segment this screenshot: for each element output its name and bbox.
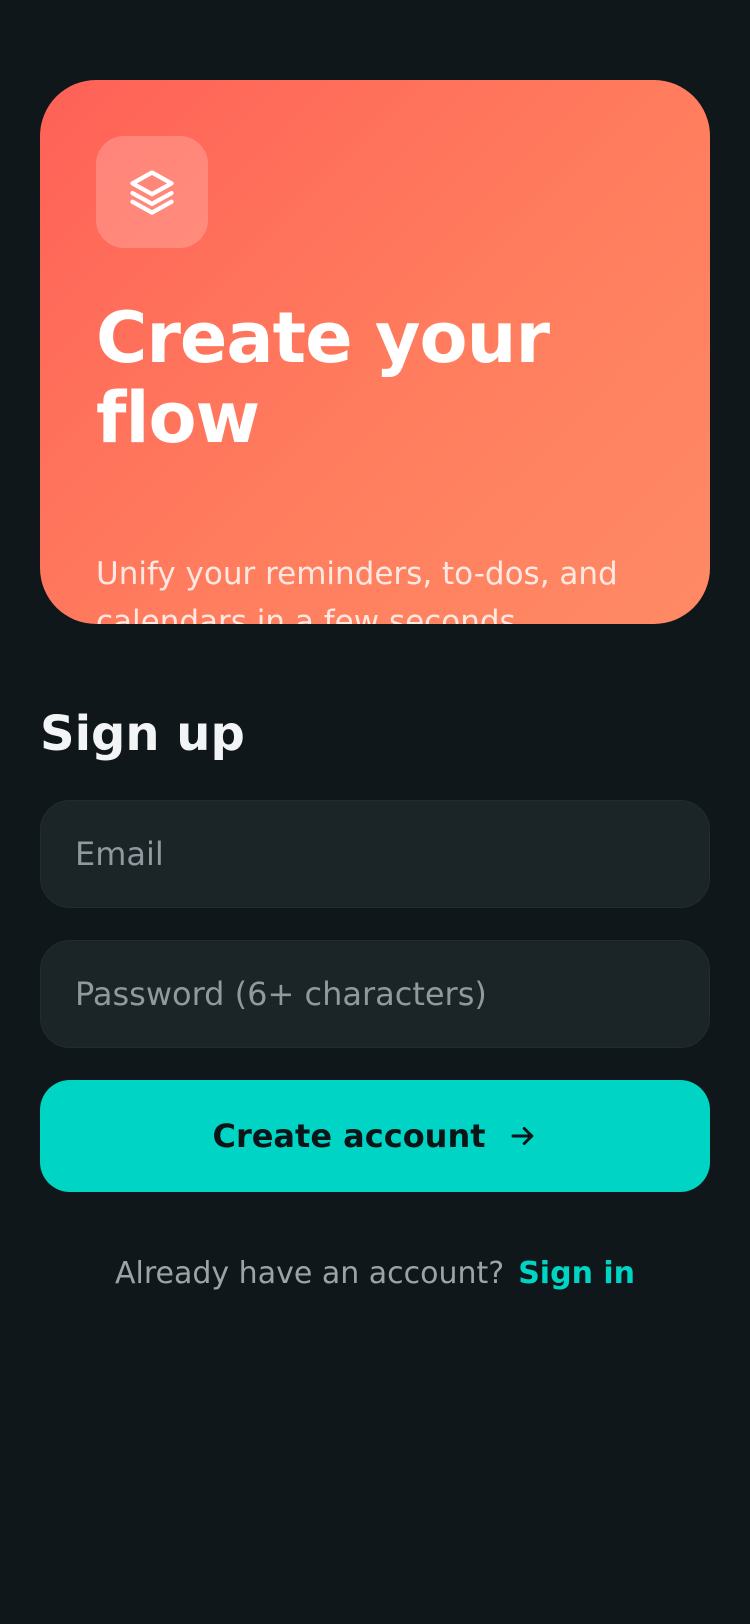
layers-icon	[130, 170, 174, 215]
password-field-container	[40, 940, 710, 1048]
create-account-button[interactable]: Create account	[40, 1080, 710, 1192]
sign-in-link[interactable]: Sign in	[518, 1256, 635, 1291]
hero-subtitle: Unify your reminders, to-dos, and calend…	[96, 556, 618, 624]
app-logo-tile	[96, 136, 208, 248]
signup-heading: Sign up	[40, 706, 245, 762]
hero-title: Create your flow	[96, 297, 550, 459]
hero-card: Create your flow Unify your reminders, t…	[40, 80, 710, 624]
signin-prompt-text: Already have an account?	[114, 1256, 505, 1291]
email-field[interactable]	[75, 801, 709, 907]
email-field-container	[40, 800, 710, 908]
arrow-right-icon	[511, 1127, 533, 1145]
password-field[interactable]	[75, 941, 709, 1047]
create-account-label: Create account	[212, 1117, 486, 1155]
signin-prompt: Already have an account? Sign in	[0, 1256, 750, 1291]
